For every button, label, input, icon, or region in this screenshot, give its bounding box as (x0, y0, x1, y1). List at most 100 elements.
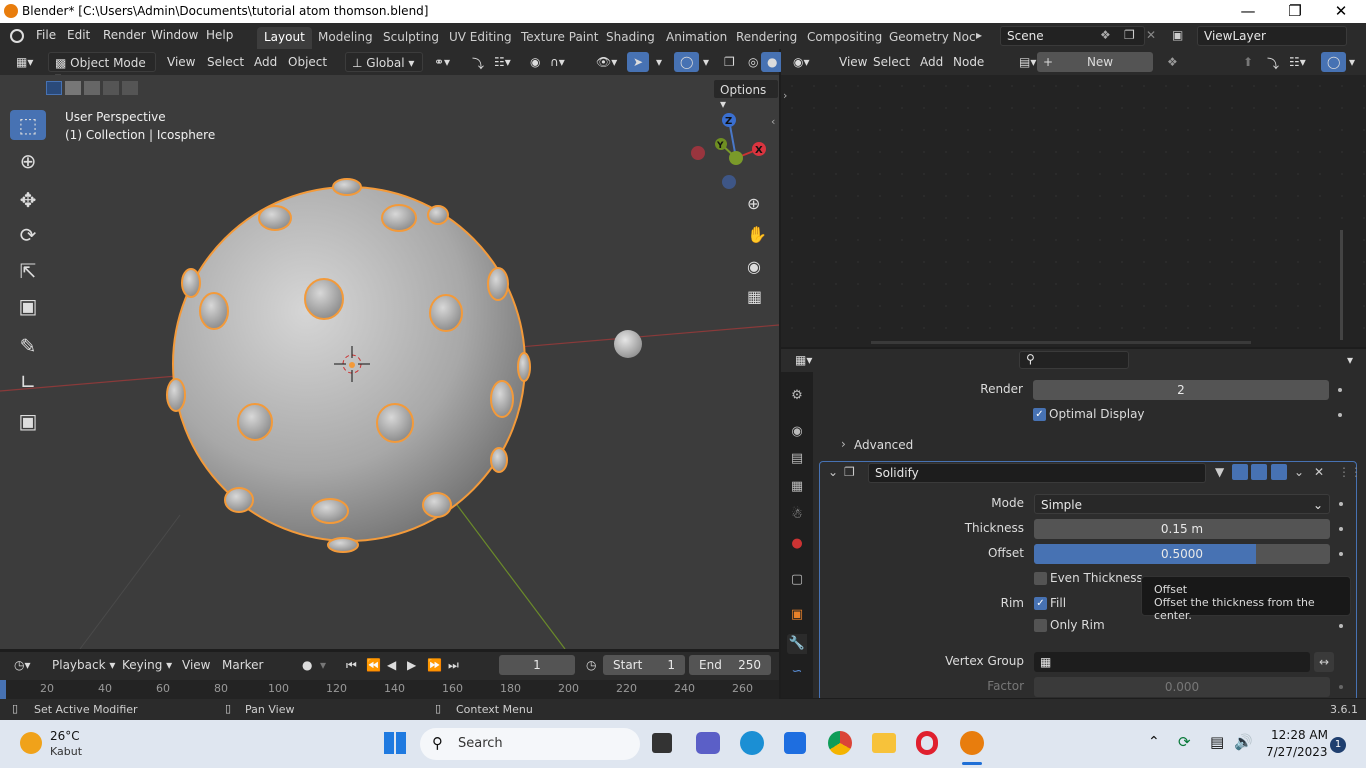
menu-help[interactable]: Help (206, 28, 233, 42)
transform-tool[interactable]: ▣ (10, 291, 46, 321)
xray-icon[interactable]: ❐ (718, 52, 741, 72)
start-icon[interactable] (384, 732, 406, 754)
orientation-dropdown[interactable]: ⊥ Global ▾ (345, 52, 423, 72)
select-subtract-icon[interactable] (84, 81, 100, 95)
network-icon[interactable]: ▤ (1210, 733, 1224, 751)
world-tab-icon[interactable]: ● (787, 534, 807, 554)
store-icon[interactable] (784, 732, 806, 754)
factor-field[interactable]: 0.000 (1034, 677, 1330, 697)
particles-tab-icon[interactable]: ∽ (787, 662, 807, 682)
tab-animation[interactable]: Animation (659, 27, 734, 49)
viewport-display-icon[interactable] (1251, 464, 1267, 480)
node-menu-node[interactable]: Node (947, 52, 990, 72)
chrome-icon[interactable] (828, 731, 852, 755)
select-box-tool[interactable]: ⬚ (10, 110, 46, 140)
annotate-tool[interactable]: ✎ (10, 331, 46, 361)
select-new-icon[interactable] (46, 81, 62, 95)
parent-node-icon[interactable]: ⬆ (1237, 52, 1259, 72)
gizmo-dropdown-icon[interactable]: ▾ (650, 52, 668, 72)
pivot-icon[interactable]: ⚭▾ (428, 52, 456, 72)
editor-type-dropdown[interactable]: ▦▾ (10, 52, 39, 72)
view-layer-selector[interactable]: ViewLayer (1197, 26, 1347, 46)
node-pin-icon[interactable]: ❖ (1161, 52, 1184, 72)
menu-add[interactable]: Add (248, 52, 283, 72)
edit-mode-icon[interactable] (1232, 464, 1248, 480)
modifier-menu-icon[interactable]: ⌄ (1294, 465, 1304, 479)
tab-modeling[interactable]: Modeling (311, 27, 380, 49)
visibility-icon[interactable]: 👁▾ (590, 52, 623, 72)
menu-object[interactable]: Object (282, 52, 333, 72)
menu-select[interactable]: Select (201, 52, 250, 72)
timeline-ruler[interactable]: 20 40 60 80 100 120 140 160 180 200 220 … (0, 680, 779, 699)
keyframe-dot[interactable] (1339, 552, 1343, 556)
menu-view[interactable]: View (161, 52, 201, 72)
scene-icon[interactable]: ▸ (976, 28, 982, 42)
output-tab-icon[interactable]: ▤ (787, 449, 807, 469)
play-reverse-icon[interactable]: ◀ (381, 655, 402, 675)
menu-edit[interactable]: Edit (67, 28, 90, 42)
render-levels-field[interactable]: 2 (1033, 380, 1329, 400)
rotate-tool[interactable]: ⟳ (10, 220, 46, 250)
file-explorer-icon[interactable] (872, 733, 896, 753)
edit-mode-cage-icon[interactable]: ▼ (1215, 465, 1224, 479)
select-invert-icon[interactable] (103, 81, 119, 95)
preview-range-icon[interactable]: ◷ (580, 655, 602, 675)
weather-desc[interactable]: Kabut (50, 745, 82, 758)
keying-menu[interactable]: Keying ▾ (116, 655, 178, 675)
node-sidebar-toggle-icon[interactable]: › (783, 89, 787, 102)
node-editor-hscrollbar[interactable] (871, 341, 1251, 344)
render-display-icon[interactable] (1271, 464, 1287, 480)
node-overlay-dropdown-icon[interactable]: ▾ (1343, 52, 1361, 72)
thickness-field[interactable]: 0.15 m (1034, 519, 1330, 539)
maximize-icon[interactable]: ❐ (1272, 0, 1318, 23)
volume-icon[interactable]: 🔊 (1234, 733, 1253, 751)
end-frame-field[interactable]: End 250 (689, 655, 771, 675)
modifier-name-input[interactable]: Solidify (868, 463, 1206, 483)
sidebar-toggle-icon[interactable]: ‹ (771, 115, 775, 128)
sync-icon[interactable]: ⟳ (1178, 733, 1191, 751)
advanced-panel-header[interactable]: Advanced (854, 438, 913, 452)
node-menu-select[interactable]: Select (867, 52, 916, 72)
cursor-tool[interactable]: ⊕ (10, 146, 46, 176)
tab-sculpting[interactable]: Sculpting (376, 27, 446, 49)
clock-time[interactable]: 12:28 AM (1271, 728, 1328, 742)
snap-target-icon[interactable]: ☷▾ (488, 52, 517, 72)
tab-rendering[interactable]: Rendering (729, 27, 804, 49)
clock-date[interactable]: 7/27/2023 (1266, 745, 1328, 759)
view-layer-tab-icon[interactable]: ▦ (787, 477, 807, 497)
modifier-tab-icon[interactable]: 🔧 (787, 634, 807, 654)
weather-temp[interactable]: 26°C (50, 729, 80, 743)
keyframe-dot[interactable] (1339, 685, 1343, 689)
marker-menu[interactable]: Marker (216, 655, 269, 675)
menu-file[interactable]: File (36, 28, 56, 42)
properties-search-input[interactable]: ⚲ (1019, 351, 1129, 369)
object-mode-dropdown[interactable]: ▩ Object Mode ▾ (48, 52, 156, 84)
vertex-group-field[interactable]: ▦ (1034, 652, 1310, 672)
overlays-icon[interactable]: ◯ (674, 52, 700, 72)
keying-set-icon[interactable]: ▾ (314, 655, 332, 675)
playhead[interactable] (0, 680, 6, 699)
collapse-chevron-icon[interactable]: ⌄ (828, 465, 838, 479)
tab-layout[interactable]: Layout (257, 27, 312, 49)
remove-modifier-icon[interactable]: ✕ (1314, 465, 1324, 479)
blender-menu-icon[interactable] (10, 29, 24, 43)
pin-icon[interactable]: ❖ (1100, 28, 1111, 42)
teams-icon[interactable] (696, 732, 720, 754)
keyframe-dot[interactable] (1339, 527, 1343, 531)
node-snap-icon[interactable]: ⤵ (1261, 52, 1285, 72)
keyframe-dot[interactable] (1339, 502, 1343, 506)
offset-slider[interactable]: 0.5000 (1034, 544, 1330, 564)
notification-badge[interactable]: 1 (1330, 737, 1346, 753)
taskbar-search[interactable]: ⚲ Search (420, 728, 640, 760)
even-thickness-checkbox[interactable] (1034, 572, 1047, 585)
play-icon[interactable]: ▶ (401, 655, 422, 675)
tool-tab-icon[interactable]: ⚙ (787, 386, 807, 406)
menu-render[interactable]: Render (103, 28, 146, 42)
minimize-icon[interactable]: — (1225, 0, 1271, 23)
node-editor-scrollbar[interactable] (1340, 230, 1343, 340)
chevron-up-icon[interactable]: ⌃ (1148, 734, 1160, 750)
pan-hand-icon[interactable]: ✋ (747, 225, 767, 244)
snap-icon[interactable]: ⤵ (466, 52, 490, 72)
overlays-dropdown-icon[interactable]: ▾ (697, 52, 715, 72)
options-dropdown[interactable]: Options ▾ (713, 79, 779, 111)
